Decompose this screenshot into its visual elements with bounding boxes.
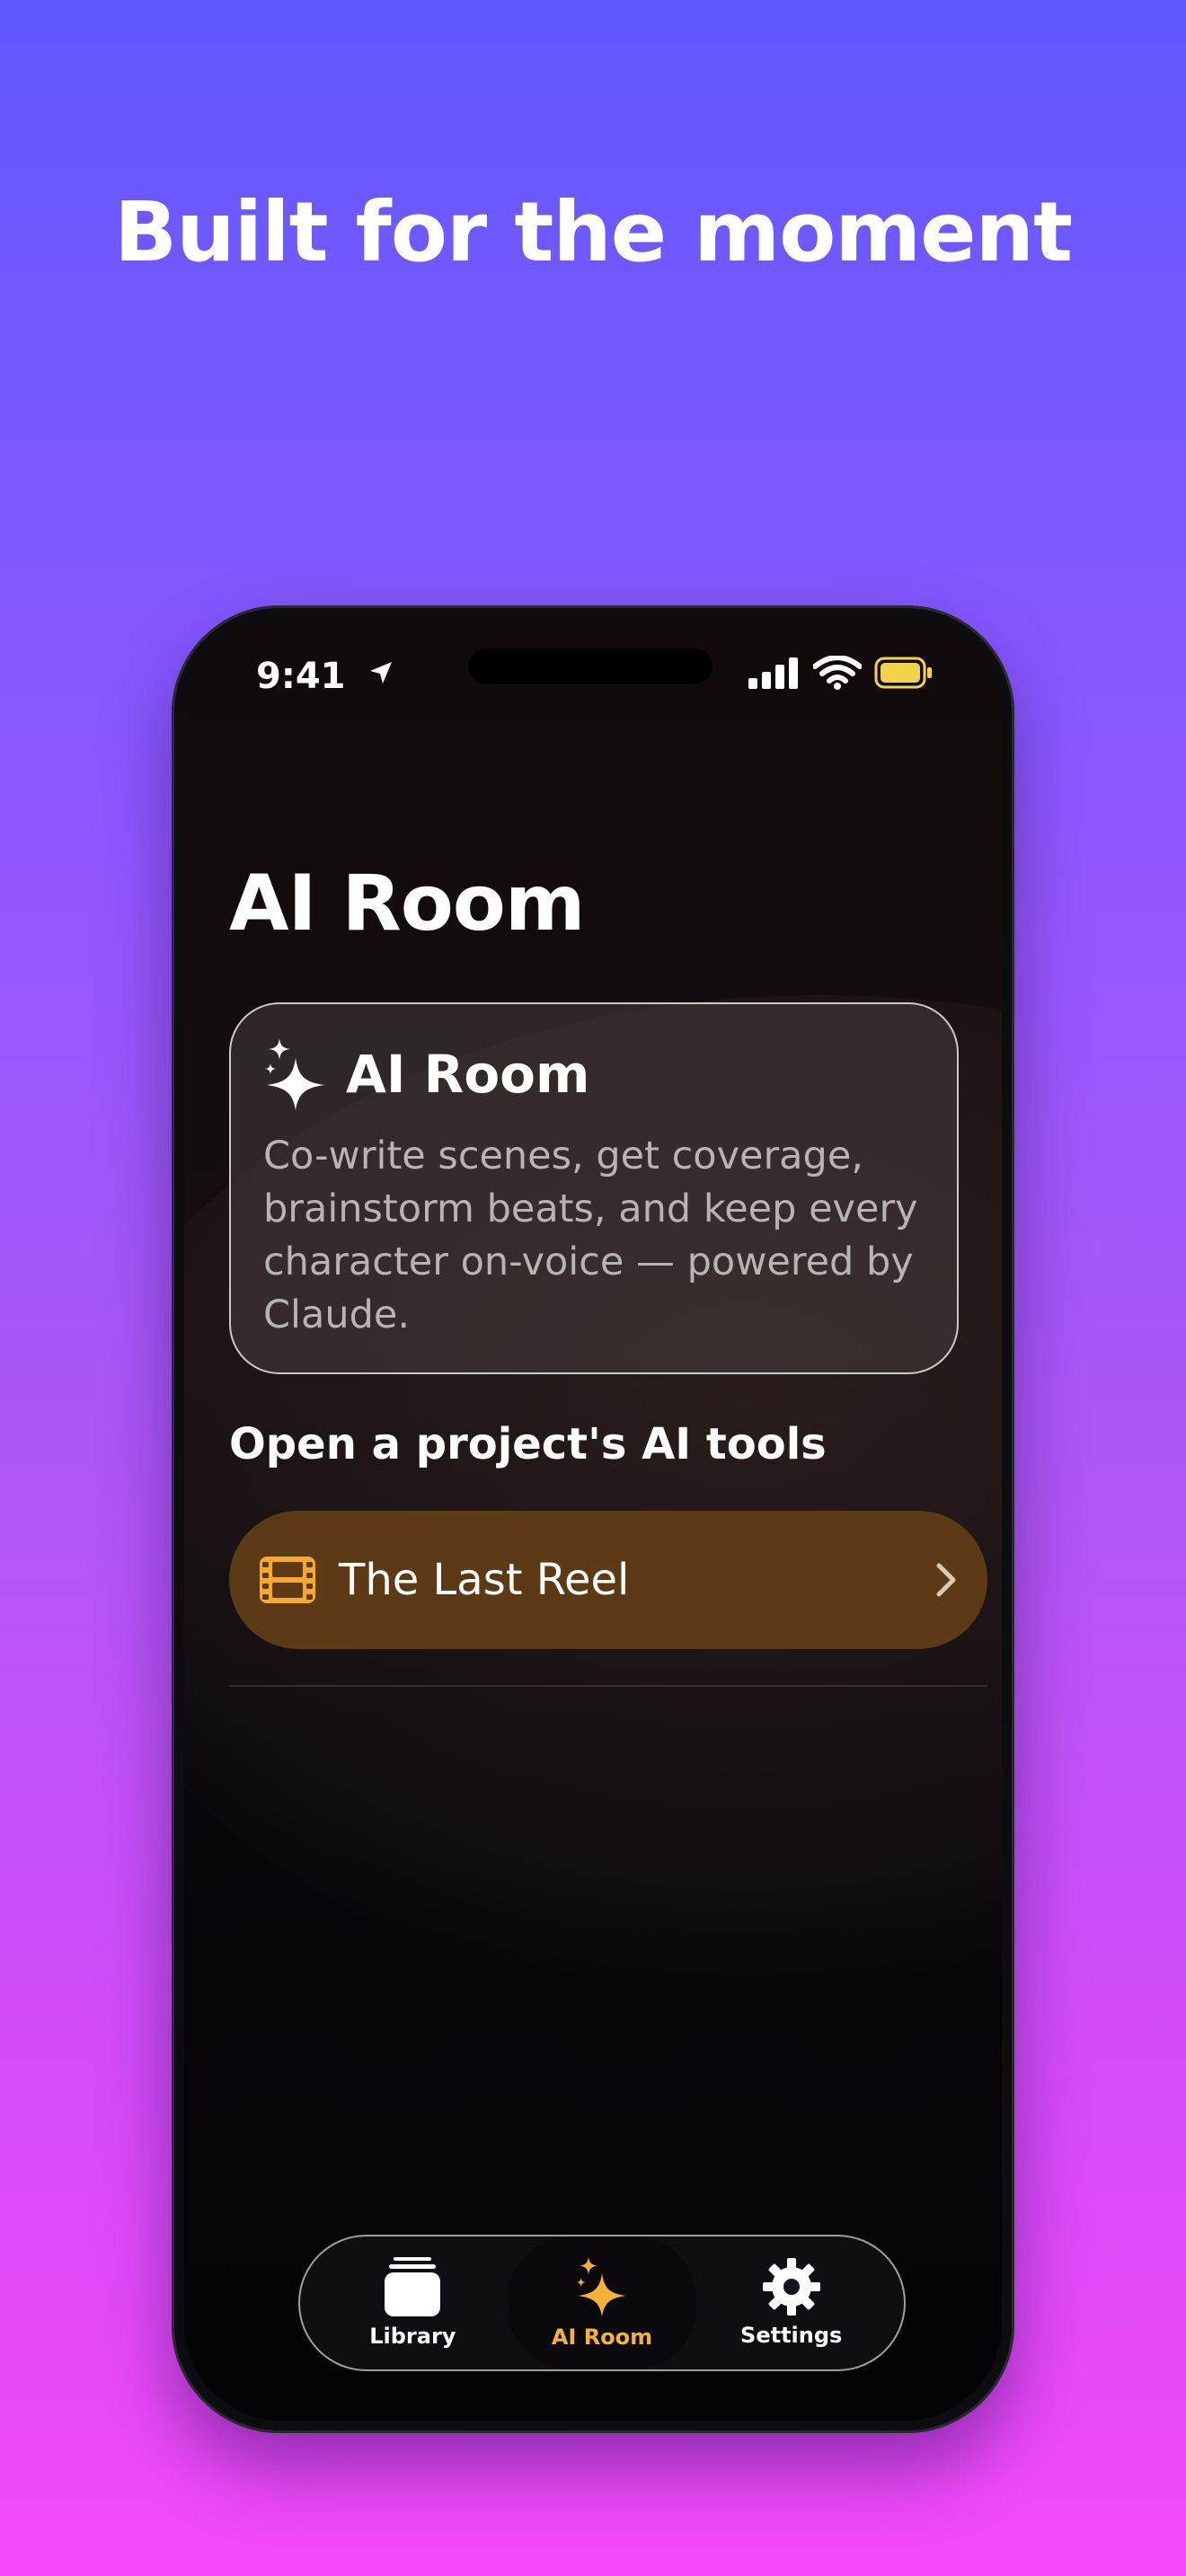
chevron-right-icon xyxy=(936,1563,956,1597)
hero-card-description: Co-write scenes, get coverage, brainstor… xyxy=(263,1134,918,1337)
page-title: AI Room xyxy=(229,859,585,948)
list-divider xyxy=(229,1685,987,1687)
tab-label: AI Room xyxy=(551,2325,653,2350)
tab-label: Library xyxy=(369,2324,456,2349)
marketing-headline: Built for the moment xyxy=(113,184,1073,280)
hero-card-title: AI Room xyxy=(346,1044,590,1105)
sparkles-icon xyxy=(265,1038,324,1110)
status-icons xyxy=(748,656,934,690)
phone-frame: 9:41 AI Room AI Room Co-write scenes, ge… xyxy=(172,605,1014,2433)
section-title: Open a project's AI tools xyxy=(229,1419,827,1469)
sparkles-icon xyxy=(576,2256,626,2317)
wifi-icon xyxy=(813,656,862,690)
stack-icon xyxy=(385,2257,441,2316)
battery-icon xyxy=(874,657,932,689)
tab-bar: Library AI Room Settings xyxy=(298,2235,906,2371)
phone-screen: 9:41 AI Room AI Room Co-write scenes, ge… xyxy=(184,618,1002,2421)
tab-label: Settings xyxy=(740,2323,843,2348)
status-time: 9:41 xyxy=(256,656,346,697)
project-row-label: The Last Reel xyxy=(339,1555,630,1605)
project-row-the-last-reel[interactable]: The Last Reel xyxy=(229,1511,987,1649)
ai-room-info-card: AI Room Co-write scenes, get coverage, b… xyxy=(229,1002,959,1374)
hero-card-header: AI Room xyxy=(263,1038,925,1110)
location-arrow-icon xyxy=(370,662,392,684)
dynamic-island xyxy=(468,648,712,684)
tab-ai-room[interactable]: AI Room xyxy=(507,2236,697,2369)
tab-library[interactable]: Library xyxy=(318,2236,508,2369)
film-icon xyxy=(260,1557,315,1603)
cellular-signal-icon xyxy=(748,657,798,689)
tab-settings[interactable]: Settings xyxy=(696,2236,886,2369)
gear-icon xyxy=(762,2258,820,2316)
